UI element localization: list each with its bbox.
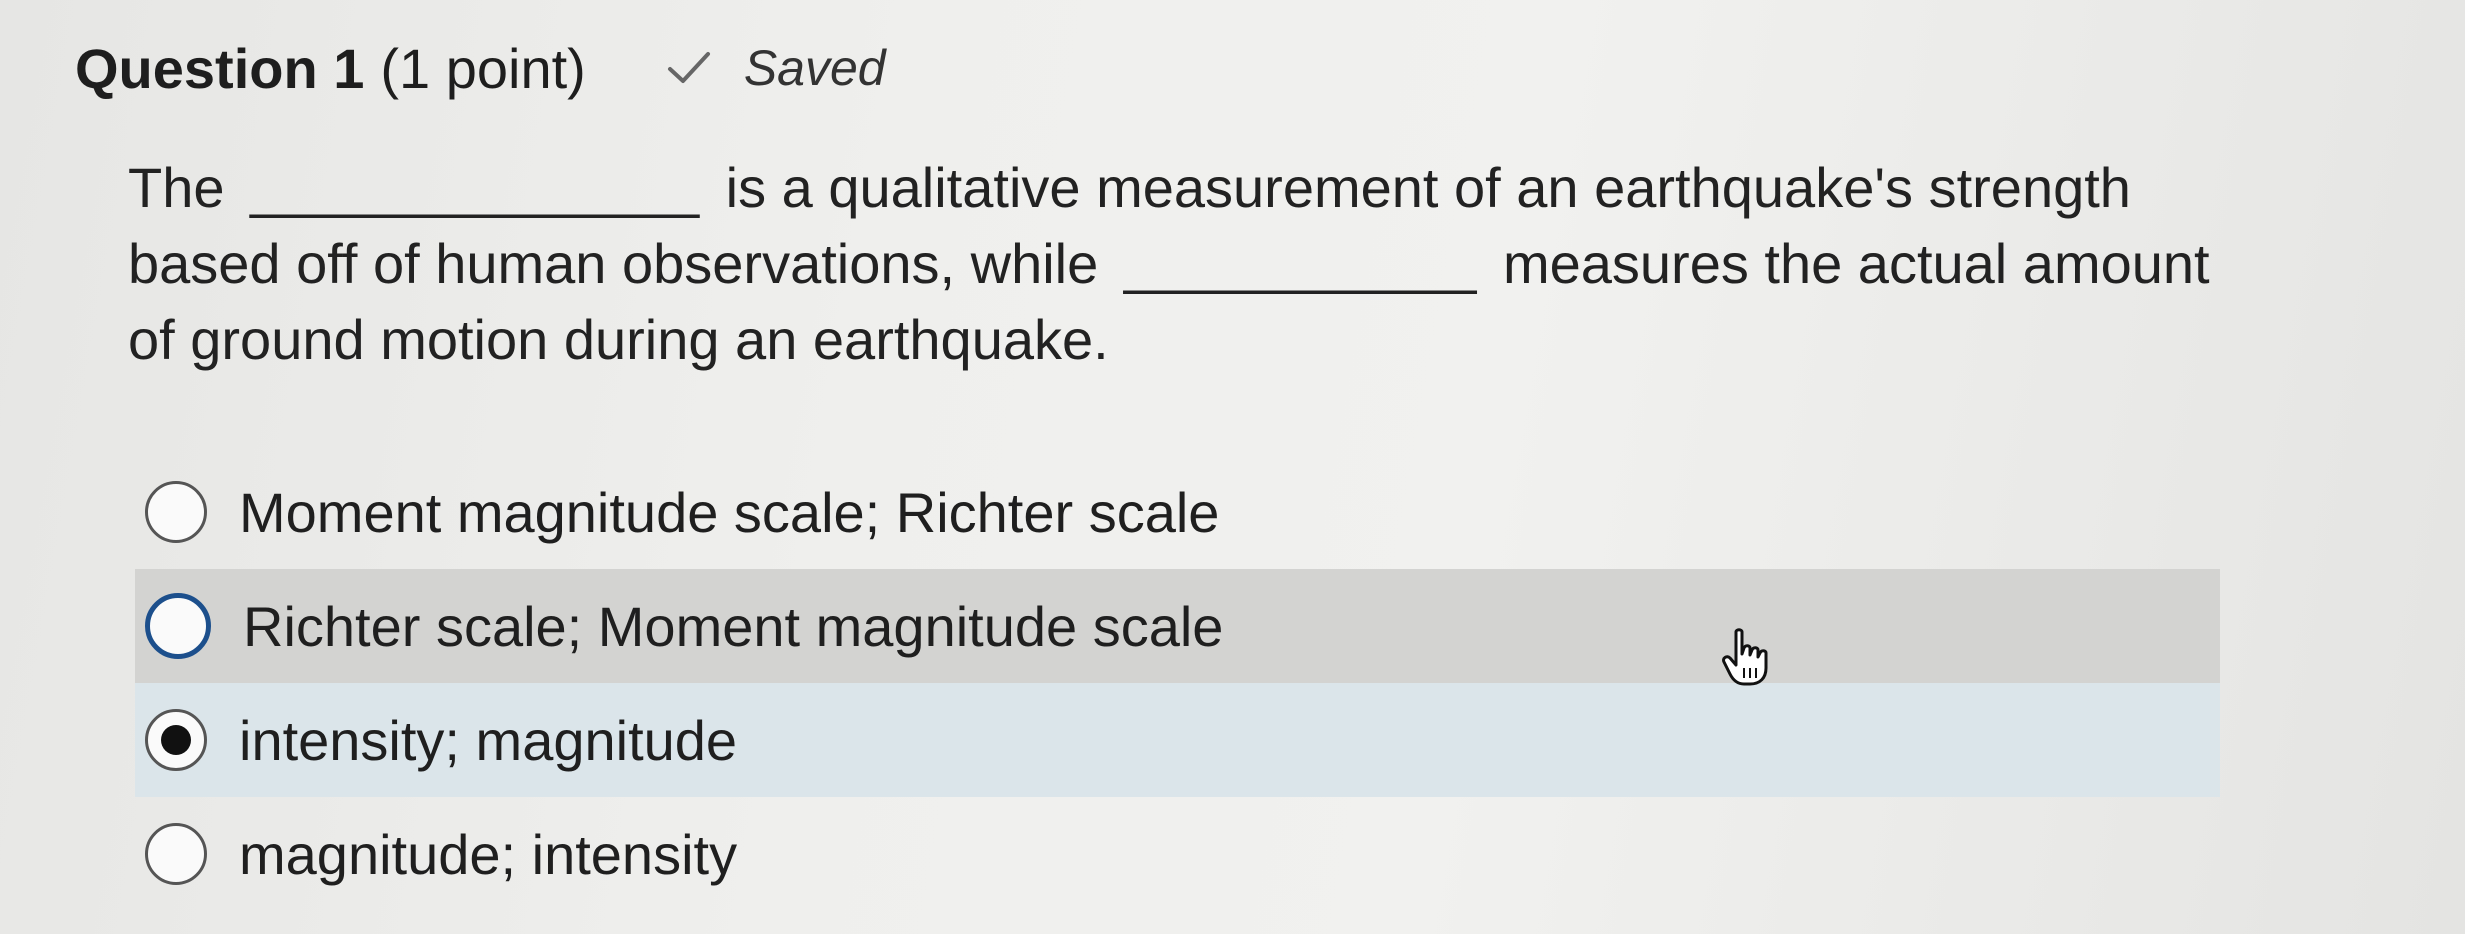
radio-button[interactable] [145, 823, 207, 885]
blank-2: ___________ [1123, 232, 1478, 295]
radio-button[interactable] [145, 481, 207, 543]
radio-dot [161, 725, 191, 755]
hand-pointer-icon [1722, 628, 1768, 686]
saved-status: Saved [664, 39, 886, 97]
question-part-1: The [128, 156, 225, 219]
option-label: Moment magnitude scale; Richter scale [239, 480, 1220, 544]
answer-option-3[interactable]: intensity; magnitude [135, 683, 2220, 797]
option-label: magnitude; intensity [239, 822, 738, 886]
radio-button-selected[interactable] [145, 709, 207, 771]
question-header: Question 1 (1 point) Saved [75, 28, 886, 108]
option-label: intensity; magnitude [239, 708, 738, 772]
option-label: Richter scale; Moment magnitude scale [243, 594, 1224, 658]
answer-option-1[interactable]: Moment magnitude scale; Richter scale [135, 455, 2220, 569]
radio-button[interactable] [145, 593, 211, 659]
checkmark-icon [667, 52, 710, 83]
blank-1: ______________ [250, 156, 701, 219]
question-text: The ______________ is a qualitative meas… [128, 150, 2228, 378]
saved-label: Saved [743, 40, 886, 96]
answer-option-2[interactable]: Richter scale; Moment magnitude scale [135, 569, 2220, 683]
question-points: (1 point) [380, 36, 586, 100]
answer-option-4[interactable]: magnitude; intensity [135, 797, 2220, 911]
question-title: Question 1 [75, 36, 365, 100]
answer-options: Moment magnitude scale; Richter scale Ri… [135, 455, 2220, 911]
